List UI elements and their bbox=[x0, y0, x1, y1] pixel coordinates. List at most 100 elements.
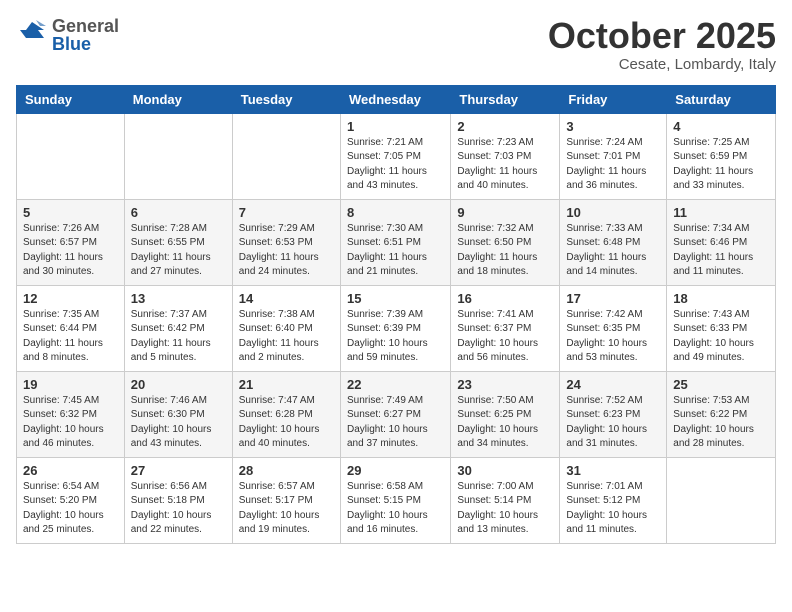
calendar-cell: 16 Sunrise: 7:41 AM Sunset: 6:37 PM Dayli… bbox=[451, 285, 560, 371]
day-info: Sunrise: 7:53 AM Sunset: 6:22 PM Dayligh… bbox=[673, 394, 769, 452]
day-number: 25 bbox=[673, 377, 769, 392]
day-info: Sunrise: 7:45 AM Sunset: 6:32 PM Dayligh… bbox=[23, 394, 118, 452]
day-number: 20 bbox=[131, 377, 226, 392]
calendar-cell: 7 Sunrise: 7:29 AM Sunset: 6:53 PM Daylig… bbox=[232, 199, 340, 285]
calendar-cell: 12 Sunrise: 7:35 AM Sunset: 6:44 PM Dayli… bbox=[17, 285, 125, 371]
calendar-cell: 23 Sunrise: 7:50 AM Sunset: 6:25 PM Dayli… bbox=[451, 371, 560, 457]
calendar-cell: 28Sunrise: 6:57 AM Sunset: 5:17 PM Dayli… bbox=[232, 457, 340, 543]
calendar-cell: 29 Sunrise: 6:58 AM Sunset: 5:15 PM Dayli… bbox=[340, 457, 450, 543]
day-info: Sunrise: 7:37 AM Sunset: 6:42 PM Dayligh… bbox=[131, 308, 226, 366]
day-info: Sunrise: 6:54 AM Sunset: 5:20 PM Dayligh… bbox=[23, 480, 118, 538]
day-info: Sunrise: 7:50 AM Sunset: 6:25 PM Dayligh… bbox=[457, 394, 553, 452]
day-info: Sunrise: 7:52 AM Sunset: 6:23 PM Dayligh… bbox=[566, 394, 660, 452]
calendar-week-2: 5 Sunrise: 7:26 AM Sunset: 6:57 PM Daylig… bbox=[17, 199, 776, 285]
logo-general-text: General bbox=[52, 17, 119, 35]
calendar-cell: 10 Sunrise: 7:33 AM Sunset: 6:48 PM Dayli… bbox=[560, 199, 667, 285]
day-number: 26 bbox=[23, 463, 118, 478]
calendar-cell: 19Sunrise: 7:45 AM Sunset: 6:32 PM Dayli… bbox=[17, 371, 125, 457]
day-number: 21 bbox=[239, 377, 334, 392]
calendar-cell: 30 Sunrise: 7:00 AM Sunset: 5:14 PM Dayli… bbox=[451, 457, 560, 543]
day-number: 5 bbox=[23, 205, 118, 220]
day-info: Sunrise: 7:42 AM Sunset: 6:35 PM Dayligh… bbox=[566, 308, 660, 366]
day-number: 18 bbox=[673, 291, 769, 306]
calendar-cell bbox=[667, 457, 776, 543]
day-info: Sunrise: 7:43 AM Sunset: 6:33 PM Dayligh… bbox=[673, 308, 769, 366]
day-number: 12 bbox=[23, 291, 118, 306]
day-number: 24 bbox=[566, 377, 660, 392]
day-info: Sunrise: 7:26 AM Sunset: 6:57 PM Dayligh… bbox=[23, 222, 118, 280]
col-monday: Monday bbox=[124, 85, 232, 113]
day-number: 3 bbox=[566, 119, 660, 134]
day-info: Sunrise: 7:01 AM Sunset: 5:12 PM Dayligh… bbox=[566, 480, 660, 538]
calendar-cell: 1 Sunrise: 7:21 AM Sunset: 7:05 PM Daylig… bbox=[340, 113, 450, 199]
day-info: Sunrise: 7:25 AM Sunset: 6:59 PM Dayligh… bbox=[673, 136, 769, 194]
calendar-cell: 25 Sunrise: 7:53 AM Sunset: 6:22 PM Dayli… bbox=[667, 371, 776, 457]
day-number: 1 bbox=[347, 119, 444, 134]
day-number: 15 bbox=[347, 291, 444, 306]
day-info: Sunrise: 7:39 AM Sunset: 6:39 PM Dayligh… bbox=[347, 308, 444, 366]
calendar-cell bbox=[17, 113, 125, 199]
day-info: Sunrise: 7:30 AM Sunset: 6:51 PM Dayligh… bbox=[347, 222, 444, 280]
day-number: 30 bbox=[457, 463, 553, 478]
day-number: 9 bbox=[457, 205, 553, 220]
day-info: Sunrise: 7:28 AM Sunset: 6:55 PM Dayligh… bbox=[131, 222, 226, 280]
day-number: 14 bbox=[239, 291, 334, 306]
day-number: 22 bbox=[347, 377, 444, 392]
col-sunday: Sunday bbox=[17, 85, 125, 113]
calendar-cell: 2 Sunrise: 7:23 AM Sunset: 7:03 PM Daylig… bbox=[451, 113, 560, 199]
day-info: Sunrise: 7:46 AM Sunset: 6:30 PM Dayligh… bbox=[131, 394, 226, 452]
calendar-cell: 20 Sunrise: 7:46 AM Sunset: 6:30 PM Dayli… bbox=[124, 371, 232, 457]
day-info: Sunrise: 6:58 AM Sunset: 5:15 PM Dayligh… bbox=[347, 480, 444, 538]
logo-icon bbox=[16, 16, 48, 48]
day-number: 29 bbox=[347, 463, 444, 478]
day-info: Sunrise: 7:38 AM Sunset: 6:40 PM Dayligh… bbox=[239, 308, 334, 366]
calendar-cell: 18 Sunrise: 7:43 AM Sunset: 6:33 PM Dayli… bbox=[667, 285, 776, 371]
calendar-cell: 4Sunrise: 7:25 AM Sunset: 6:59 PM Daylig… bbox=[667, 113, 776, 199]
day-info: Sunrise: 7:32 AM Sunset: 6:50 PM Dayligh… bbox=[457, 222, 553, 280]
calendar-cell: 3 Sunrise: 7:24 AM Sunset: 7:01 PM Daylig… bbox=[560, 113, 667, 199]
col-tuesday: Tuesday bbox=[232, 85, 340, 113]
calendar-cell: 31 Sunrise: 7:01 AM Sunset: 5:12 PM Dayli… bbox=[560, 457, 667, 543]
calendar-cell: 22 Sunrise: 7:49 AM Sunset: 6:27 PM Dayli… bbox=[340, 371, 450, 457]
day-info: Sunrise: 7:23 AM Sunset: 7:03 PM Dayligh… bbox=[457, 136, 553, 194]
calendar-week-1: 1 Sunrise: 7:21 AM Sunset: 7:05 PM Daylig… bbox=[17, 113, 776, 199]
day-number: 7 bbox=[239, 205, 334, 220]
calendar-cell: 5 Sunrise: 7:26 AM Sunset: 6:57 PM Daylig… bbox=[17, 199, 125, 285]
day-number: 27 bbox=[131, 463, 226, 478]
calendar-cell bbox=[124, 113, 232, 199]
logo-blue-text: Blue bbox=[52, 35, 119, 53]
calendar-cell: 13 Sunrise: 7:37 AM Sunset: 6:42 PM Dayli… bbox=[124, 285, 232, 371]
calendar-cell: 14 Sunrise: 7:38 AM Sunset: 6:40 PM Dayli… bbox=[232, 285, 340, 371]
day-number: 13 bbox=[131, 291, 226, 306]
day-info: Sunrise: 7:00 AM Sunset: 5:14 PM Dayligh… bbox=[457, 480, 553, 538]
day-info: Sunrise: 7:21 AM Sunset: 7:05 PM Dayligh… bbox=[347, 136, 444, 194]
day-info: Sunrise: 7:33 AM Sunset: 6:48 PM Dayligh… bbox=[566, 222, 660, 280]
day-info: Sunrise: 7:24 AM Sunset: 7:01 PM Dayligh… bbox=[566, 136, 660, 194]
calendar-cell: 11Sunrise: 7:34 AM Sunset: 6:46 PM Dayli… bbox=[667, 199, 776, 285]
calendar-cell: 9 Sunrise: 7:32 AM Sunset: 6:50 PM Daylig… bbox=[451, 199, 560, 285]
calendar-cell: 15 Sunrise: 7:39 AM Sunset: 6:39 PM Dayli… bbox=[340, 285, 450, 371]
day-number: 28 bbox=[239, 463, 334, 478]
page-header: General Blue October 2025 Cesate, Lombar… bbox=[16, 16, 776, 73]
day-number: 23 bbox=[457, 377, 553, 392]
day-info: Sunrise: 7:29 AM Sunset: 6:53 PM Dayligh… bbox=[239, 222, 334, 280]
day-number: 8 bbox=[347, 205, 444, 220]
day-number: 16 bbox=[457, 291, 553, 306]
location-title: Cesate, Lombardy, Italy bbox=[548, 56, 776, 73]
day-info: Sunrise: 7:35 AM Sunset: 6:44 PM Dayligh… bbox=[23, 308, 118, 366]
calendar-week-3: 12 Sunrise: 7:35 AM Sunset: 6:44 PM Dayli… bbox=[17, 285, 776, 371]
day-number: 31 bbox=[566, 463, 660, 478]
day-info: Sunrise: 7:47 AM Sunset: 6:28 PM Dayligh… bbox=[239, 394, 334, 452]
day-number: 11 bbox=[673, 205, 769, 220]
col-thursday: Thursday bbox=[451, 85, 560, 113]
day-number: 2 bbox=[457, 119, 553, 134]
calendar-week-4: 19Sunrise: 7:45 AM Sunset: 6:32 PM Dayli… bbox=[17, 371, 776, 457]
day-number: 10 bbox=[566, 205, 660, 220]
col-saturday: Saturday bbox=[667, 85, 776, 113]
day-info: Sunrise: 6:56 AM Sunset: 5:18 PM Dayligh… bbox=[131, 480, 226, 538]
col-wednesday: Wednesday bbox=[340, 85, 450, 113]
calendar-cell: 21 Sunrise: 7:47 AM Sunset: 6:28 PM Dayli… bbox=[232, 371, 340, 457]
day-info: Sunrise: 7:49 AM Sunset: 6:27 PM Dayligh… bbox=[347, 394, 444, 452]
day-number: 17 bbox=[566, 291, 660, 306]
day-info: Sunrise: 7:41 AM Sunset: 6:37 PM Dayligh… bbox=[457, 308, 553, 366]
